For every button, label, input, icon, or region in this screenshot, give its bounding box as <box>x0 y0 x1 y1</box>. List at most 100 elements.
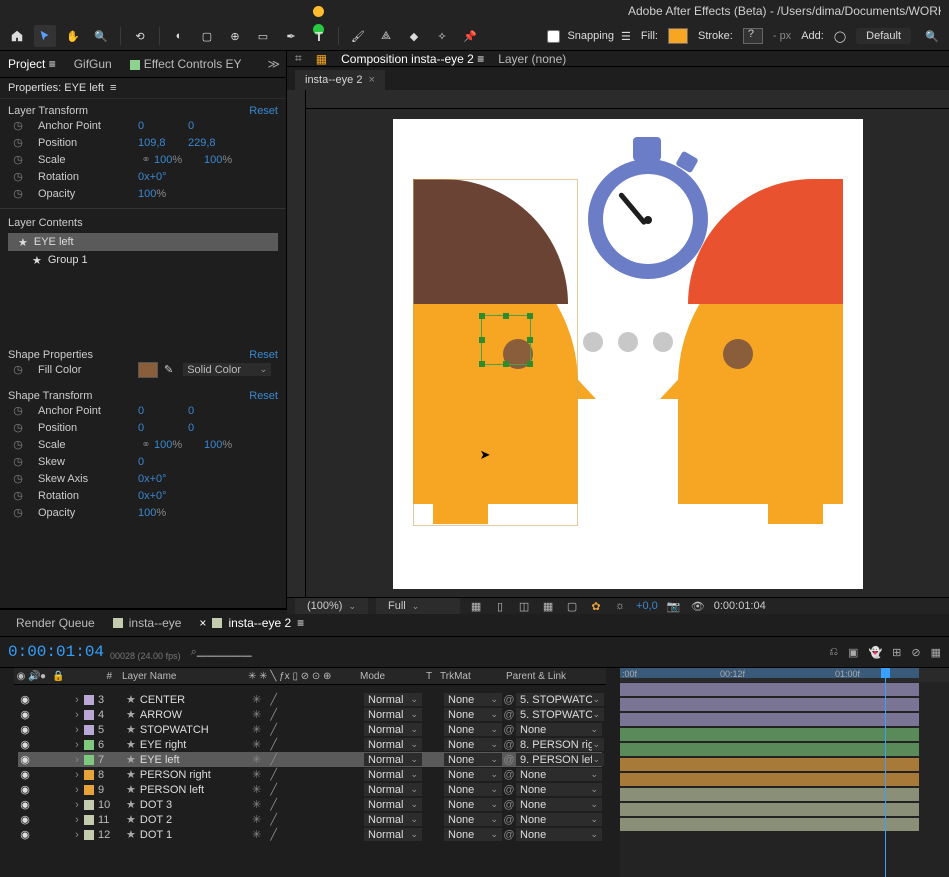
layer-bar[interactable] <box>620 728 919 741</box>
text-tool[interactable]: T <box>308 25 330 47</box>
track-matte-select[interactable]: None⌄ <box>444 723 502 736</box>
work-area-bar[interactable] <box>620 668 919 678</box>
visibility-toggle[interactable]: ◉ <box>18 782 32 797</box>
orbit-tool[interactable]: ⟲ <box>129 25 151 47</box>
layer-row[interactable]: ◉›12★DOT 1✳ ╱Normal⌄None⌄@None⌄ <box>18 827 602 842</box>
visibility-toggle[interactable]: ◉ <box>18 767 32 782</box>
stroke-swatch[interactable]: ? <box>743 28 763 44</box>
fill-color-swatch[interactable] <box>138 362 158 378</box>
label-color[interactable] <box>84 710 94 720</box>
stopwatch-icon[interactable]: ◷ <box>8 363 28 376</box>
track-matte-select[interactable]: None⌄ <box>444 798 502 811</box>
track-matte-select[interactable]: None⌄ <box>444 783 502 796</box>
label-color[interactable] <box>84 800 94 810</box>
blend-mode-select[interactable]: Normal⌄ <box>364 708 422 721</box>
layer-row[interactable]: ◉›8★PERSON right✳ ╱Normal⌄None⌄@None⌄ <box>18 767 602 782</box>
parent-select[interactable]: None⌄ <box>516 828 602 841</box>
tab-composition[interactable]: Composition insta--eye 2 ≡ <box>341 52 484 66</box>
expand-toggle[interactable]: › <box>70 767 84 782</box>
timeline-graph[interactable]: :00f 00:12f 01:00f <box>620 668 949 877</box>
blend-mode-select[interactable]: Normal⌄ <box>364 753 422 766</box>
pickwhip-icon[interactable]: @ <box>502 737 516 752</box>
tab-project[interactable]: Project ≡ <box>6 53 58 75</box>
layer-row[interactable]: ◉›3★CENTER✳ ╱Normal⌄None⌄@5. STOPWATC⌄ <box>18 692 602 707</box>
visibility-toggle[interactable]: ◉ <box>18 827 32 842</box>
s-skew-val[interactable]: 0 <box>138 456 188 468</box>
stroke-width[interactable]: - px <box>773 30 791 42</box>
s-anchor-y[interactable]: 0 <box>188 405 238 417</box>
track-matte-select[interactable]: None⌄ <box>444 813 502 826</box>
s-opacity-val[interactable]: 100% <box>138 507 188 519</box>
parent-select[interactable]: 5. STOPWATC⌄ <box>516 693 604 706</box>
visibility-toggle[interactable]: ◉ <box>18 752 32 767</box>
track-matte-select[interactable]: None⌄ <box>444 693 502 706</box>
shy-icon[interactable]: 👻 <box>868 646 882 659</box>
pickwhip-icon[interactable]: @ <box>502 782 516 797</box>
add-menu[interactable]: ◯ <box>834 30 846 43</box>
stopwatch-icon[interactable]: ◷ <box>8 187 28 200</box>
layer-name[interactable]: ★DOT 1 <box>120 827 252 842</box>
pickwhip-icon[interactable]: @ <box>502 827 516 842</box>
expand-toggle[interactable]: › <box>70 737 84 752</box>
workspace-selector[interactable]: Default <box>856 28 911 44</box>
expand-toggle[interactable]: › <box>70 707 84 722</box>
tab-render-queue[interactable]: Render Queue <box>16 616 95 630</box>
layer-row[interactable]: ◉›11★DOT 2✳ ╱Normal⌄None⌄@None⌄ <box>18 812 602 827</box>
expand-toggle[interactable]: › <box>70 782 84 797</box>
expand-toggle[interactable]: › <box>70 827 84 842</box>
layer-row[interactable]: ◉›7★EYE left✳ ╱Normal⌄None⌄@9. PERSON le… <box>18 752 602 767</box>
expand-toggle[interactable]: › <box>70 752 84 767</box>
fill-type-select[interactable]: Solid Color⌄ <box>183 363 271 376</box>
search-icon[interactable]: 🔍 <box>921 25 943 47</box>
zoom-tool[interactable]: 🔍 <box>90 25 112 47</box>
reset-shape-props[interactable]: Reset <box>249 349 278 361</box>
layer-bar[interactable] <box>620 773 919 786</box>
layer-bar[interactable] <box>620 788 919 801</box>
stopwatch-icon[interactable]: ◷ <box>8 119 28 132</box>
expand-toggle[interactable]: › <box>70 812 84 827</box>
track-matte-select[interactable]: None⌄ <box>444 828 502 841</box>
time-ruler[interactable]: :00f 00:12f 01:00f <box>620 668 949 682</box>
tab-effect-controls[interactable]: Effect Controls EY <box>128 53 244 75</box>
layer-bar[interactable] <box>620 698 919 711</box>
anchor-x[interactable]: 0 <box>138 120 188 132</box>
parent-select[interactable]: None⌄ <box>516 798 602 811</box>
home-icon[interactable] <box>6 25 28 47</box>
blend-mode-select[interactable]: Normal⌄ <box>364 738 422 751</box>
fill-swatch[interactable] <box>668 28 688 44</box>
position-y[interactable]: 229,8 <box>188 137 238 149</box>
minimize-window[interactable] <box>313 6 324 17</box>
content-item-group1[interactable]: ★Group 1 <box>8 251 278 269</box>
link-icon[interactable]: ⚭ <box>138 153 154 166</box>
label-color[interactable] <box>84 815 94 825</box>
clone-stamp-tool[interactable]: ⟁ <box>375 25 397 47</box>
layer-bar[interactable] <box>620 818 919 831</box>
puppet-tool[interactable]: 📌 <box>459 25 481 47</box>
layer-row[interactable]: ◉›9★PERSON left✳ ╱Normal⌄None⌄@None⌄ <box>18 782 602 797</box>
canvas[interactable]: ➤ <box>393 119 863 589</box>
visibility-toggle[interactable]: ◉ <box>18 707 32 722</box>
blend-mode-select[interactable]: Normal⌄ <box>364 723 422 736</box>
stopwatch-icon[interactable]: ◷ <box>8 472 28 485</box>
eraser-tool[interactable]: ◆ <box>403 25 425 47</box>
panel-overflow[interactable]: ≫ <box>267 57 280 71</box>
tab-layer[interactable]: Layer (none) <box>498 52 566 66</box>
tab-comp-2[interactable]: × insta--eye 2 ≡ <box>199 616 304 630</box>
parent-select[interactable]: None⌄ <box>516 813 602 826</box>
layer-bar[interactable] <box>620 743 919 756</box>
eyedropper-icon[interactable]: ✎ <box>164 363 173 376</box>
s-scale-x[interactable]: 100% <box>154 439 204 451</box>
tab-gifgun[interactable]: GifGun <box>72 53 114 75</box>
link-icon[interactable]: ⚭ <box>138 438 154 451</box>
parent-select[interactable]: None⌄ <box>516 783 602 796</box>
layer-name[interactable]: ★CENTER <box>120 692 252 707</box>
s-scale-y[interactable]: 100% <box>204 439 254 451</box>
expand-toggle[interactable]: › <box>70 722 84 737</box>
track-matte-select[interactable]: None⌄ <box>444 738 502 751</box>
layer-bar[interactable] <box>620 713 919 726</box>
ruler-vertical[interactable] <box>287 90 306 597</box>
comp-flow-icon[interactable]: ⌗ <box>295 51 302 66</box>
stopwatch-icon[interactable]: ◷ <box>8 170 28 183</box>
visibility-toggle[interactable]: ◉ <box>18 737 32 752</box>
label-color[interactable] <box>84 770 94 780</box>
